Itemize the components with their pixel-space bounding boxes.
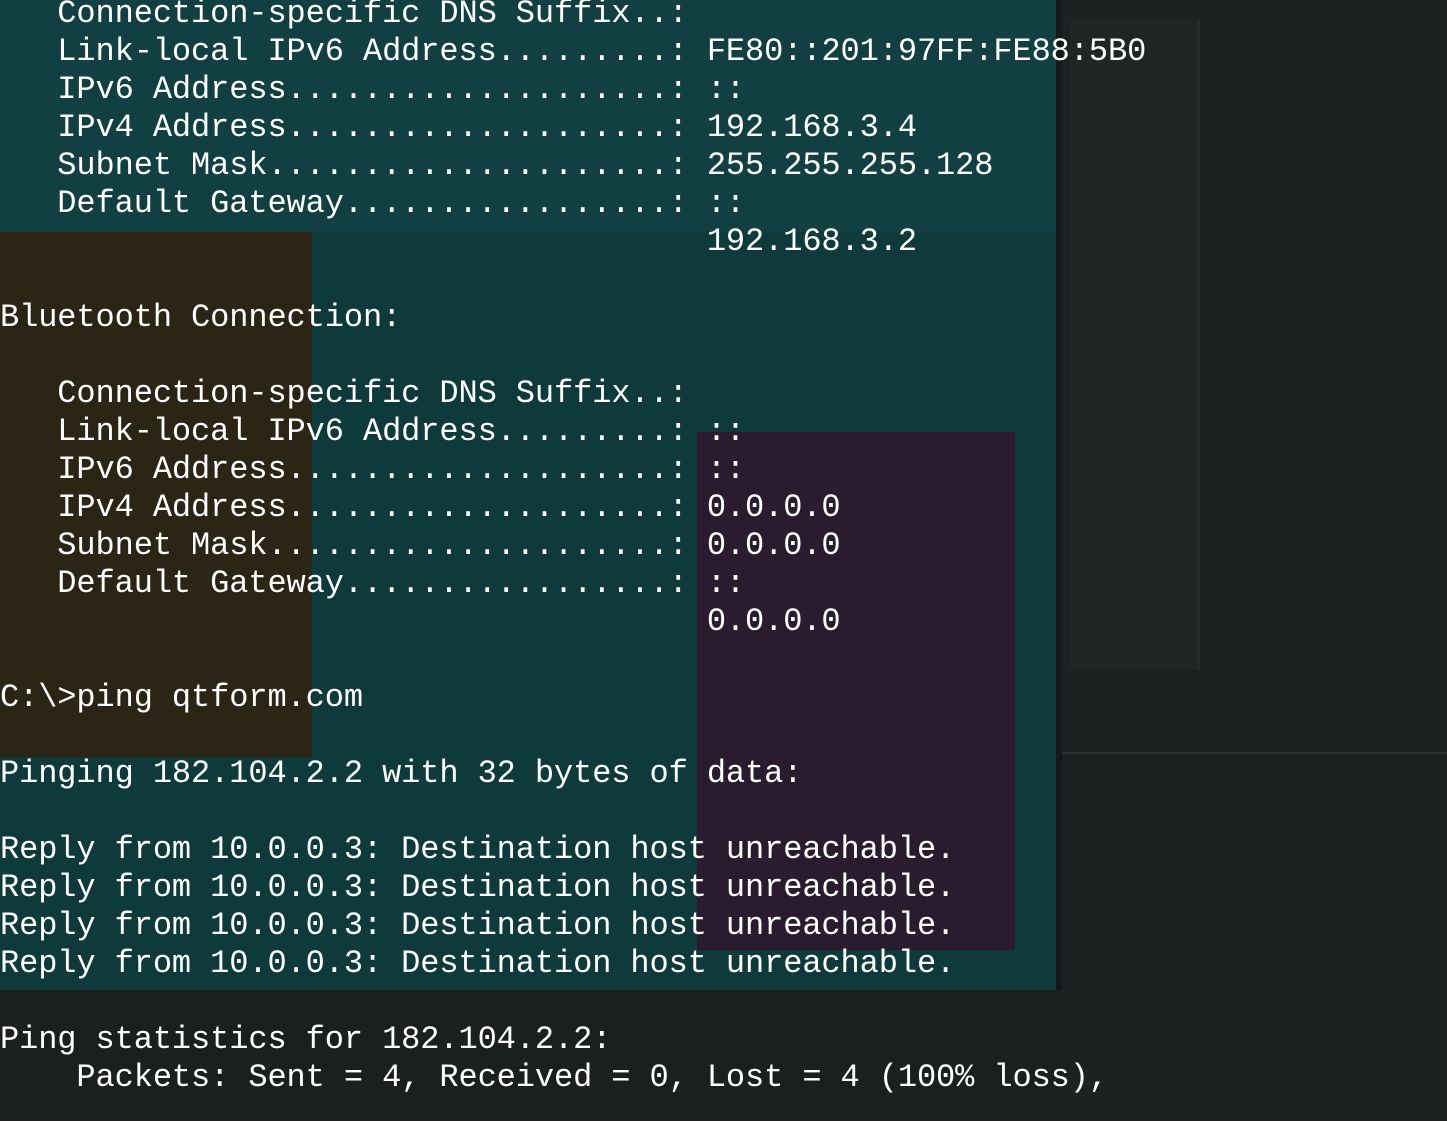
terminal-line: IPv6 Address....................: ::: [0, 71, 746, 108]
terminal-line: IPv4 Address....................: 0.0.0.…: [0, 489, 841, 526]
terminal-line: IPv6 Address....................: ::: [0, 451, 746, 488]
terminal-line: Default Gateway.................: ::: [0, 185, 746, 222]
terminal-line: Connection-specific DNS Suffix..:: [0, 0, 688, 32]
terminal-line: Subnet Mask.....................: 255.25…: [0, 147, 994, 184]
terminal-line: Subnet Mask.....................: 0.0.0.…: [0, 527, 841, 564]
terminal-line: Default Gateway.................: ::: [0, 565, 746, 602]
screen: Connection-specific DNS Suffix..: Link-l…: [0, 0, 1447, 1121]
terminal-line: Reply from 10.0.0.3: Destination host un…: [0, 945, 956, 982]
terminal-line: Link-local IPv6 Address.........: FE80::…: [0, 33, 1147, 70]
command-prompt-output[interactable]: Connection-specific DNS Suffix..: Link-l…: [0, 0, 1447, 1121]
terminal-line: Link-local IPv6 Address.........: ::: [0, 413, 746, 450]
terminal-line: Pinging 182.104.2.2 with 32 bytes of dat…: [0, 755, 803, 792]
terminal-line: Connection-specific DNS Suffix..:: [0, 375, 688, 412]
terminal-line: IPv4 Address....................: 192.16…: [0, 109, 917, 146]
terminal-line: C:\>ping qtform.com: [0, 679, 363, 716]
terminal-line: 192.168.3.2: [0, 223, 917, 260]
terminal-line: Reply from 10.0.0.3: Destination host un…: [0, 831, 956, 868]
terminal-line: Ping statistics for 182.104.2.2:: [0, 1021, 612, 1058]
terminal-line: Reply from 10.0.0.3: Destination host un…: [0, 907, 956, 944]
terminal-line: Packets: Sent = 4, Received = 0, Lost = …: [0, 1059, 1108, 1096]
terminal-line: 0.0.0.0: [0, 603, 841, 640]
terminal-line: Reply from 10.0.0.3: Destination host un…: [0, 869, 956, 906]
terminal-line: Bluetooth Connection:: [0, 299, 402, 336]
